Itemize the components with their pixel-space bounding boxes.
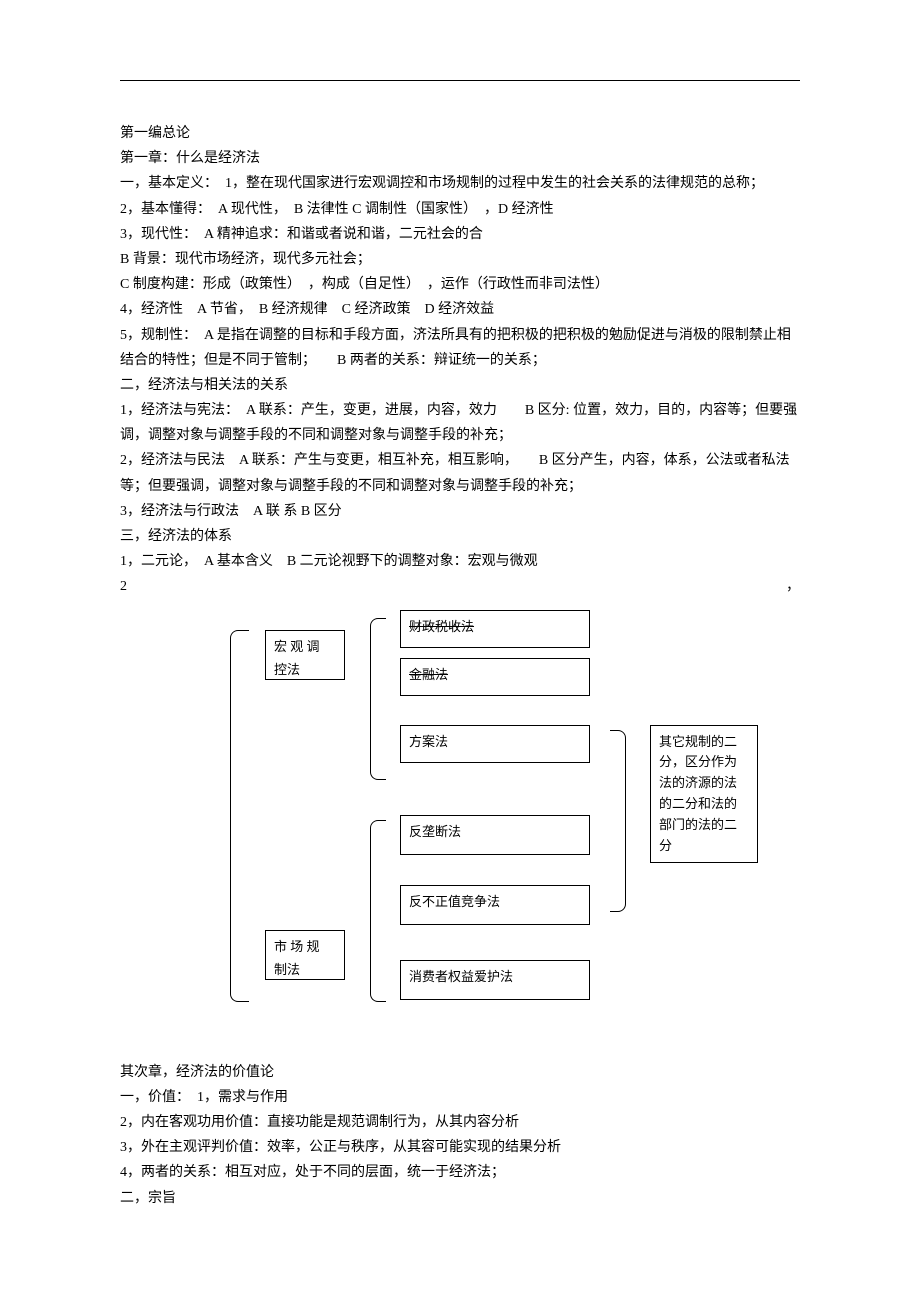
heading-chapter2: 其次章，经济法的价值论 — [120, 1060, 800, 1085]
top-rule — [120, 80, 800, 81]
brace-bottom — [370, 820, 386, 1002]
box-unfair-competition-law: 反不正值竞争法 — [400, 885, 590, 925]
para-2-3: 3，经济法与行政法 A 联 系 B 区分 — [120, 499, 800, 524]
para-1-5: 5，规制性： A 是指在调整的目标和手段方面，济法所具有的把积极的把积极的勉励促… — [120, 323, 800, 373]
box-fiscal-tax-law: 财政税收法 — [400, 610, 590, 648]
brace-main-tip — [216, 805, 231, 825]
heading-c2-sec2: 二，宗旨 — [120, 1186, 800, 1211]
document-page: 第一编总论 第一章：什么是经济法 一，基本定义： 1，整在现代国家进行宏观调控和… — [0, 0, 920, 1271]
heading-part1: 第一编总论 — [120, 121, 800, 146]
heading-section3: 三，经济法的体系 — [120, 524, 800, 549]
box-antitrust-law: 反垄断法 — [400, 815, 590, 855]
para-c2-4: 4，两者的关系：相互对应，处于不同的层面，统一于经济法； — [120, 1160, 800, 1185]
box-market-law-line2: 制法 — [274, 958, 336, 981]
para-1-4: 4，经济性 A 节省， B 经济规律 C 经济政策 D 经济效益 — [120, 297, 800, 322]
para-1-3: 3，现代性： A 精神追求：和谐或者说和谐，二元社会的合 — [120, 222, 800, 247]
para-1-2: 2，基本懂得： A 现代性， B 法律性 C 调制性（国家性） ，D 经济性 — [120, 197, 800, 222]
box-consumer-law: 消费者权益爱护法 — [400, 960, 590, 1000]
para-2-1: 1，经济法与宪法： A 联系：产生，变更，进展，内容，效力 B 区分: 位置，效… — [120, 398, 800, 448]
heading-chapter1: 第一章：什么是经济法 — [120, 146, 800, 171]
box-macro-law: 宏 观 调 控法 — [265, 630, 345, 680]
brace-right — [610, 730, 626, 912]
box-market-law: 市 场 规 制法 — [265, 930, 345, 980]
hierarchy-diagram: 宏 观 调 控法 财政税收法 金融法 方案法 市 场 规 制法 反垄断法 反不正… — [120, 610, 800, 1030]
brace-top — [370, 618, 386, 780]
heading-section2: 二，经济法与相关法的关系 — [120, 373, 800, 398]
para-c2-2: 2，内在客观功用价值：直接功能是规范调制行为，从其内容分析 — [120, 1110, 800, 1135]
para-1-3b: B 背景：现代市场经济，现代多元社会； — [120, 247, 800, 272]
para-1-3c: C 制度构建：形成（政策性） ，构成（自足性） ，运作（行政性而非司法性） — [120, 272, 800, 297]
para-c2-3: 3，外在主观评判价值：效率，公正与秩序，从其容可能实现的结果分析 — [120, 1135, 800, 1160]
para-1-1: 一，基本定义： 1，整在现代国家进行宏观调控和市场规制的过程中发生的社会关系的法… — [120, 171, 800, 196]
box-plan-law: 方案法 — [400, 725, 590, 763]
box-market-law-line1: 市 场 规 — [274, 935, 336, 958]
box-macro-law-line2: 控法 — [274, 658, 336, 681]
para-2-2: 2，经济法与民法 A 联系：产生与变更，相互补充，相互影响， B 区分产生，内容… — [120, 448, 800, 498]
box-finance-law: 金融法 — [400, 658, 590, 696]
brace-main — [230, 630, 249, 1002]
para-3-1: 1，二元论， A 基本含义 B 二元论视野下的调整对象：宏观与微观 — [120, 549, 800, 574]
para-c2-1: 一，价值： 1，需求与作用 — [120, 1085, 800, 1110]
box-macro-law-line1: 宏 观 调 — [274, 635, 336, 658]
side-annotation: 其它规制的二分，区分作为法的济源的法的二分和法的部门的法的二分 — [650, 725, 758, 864]
para-3-2: 2， — [120, 574, 800, 599]
